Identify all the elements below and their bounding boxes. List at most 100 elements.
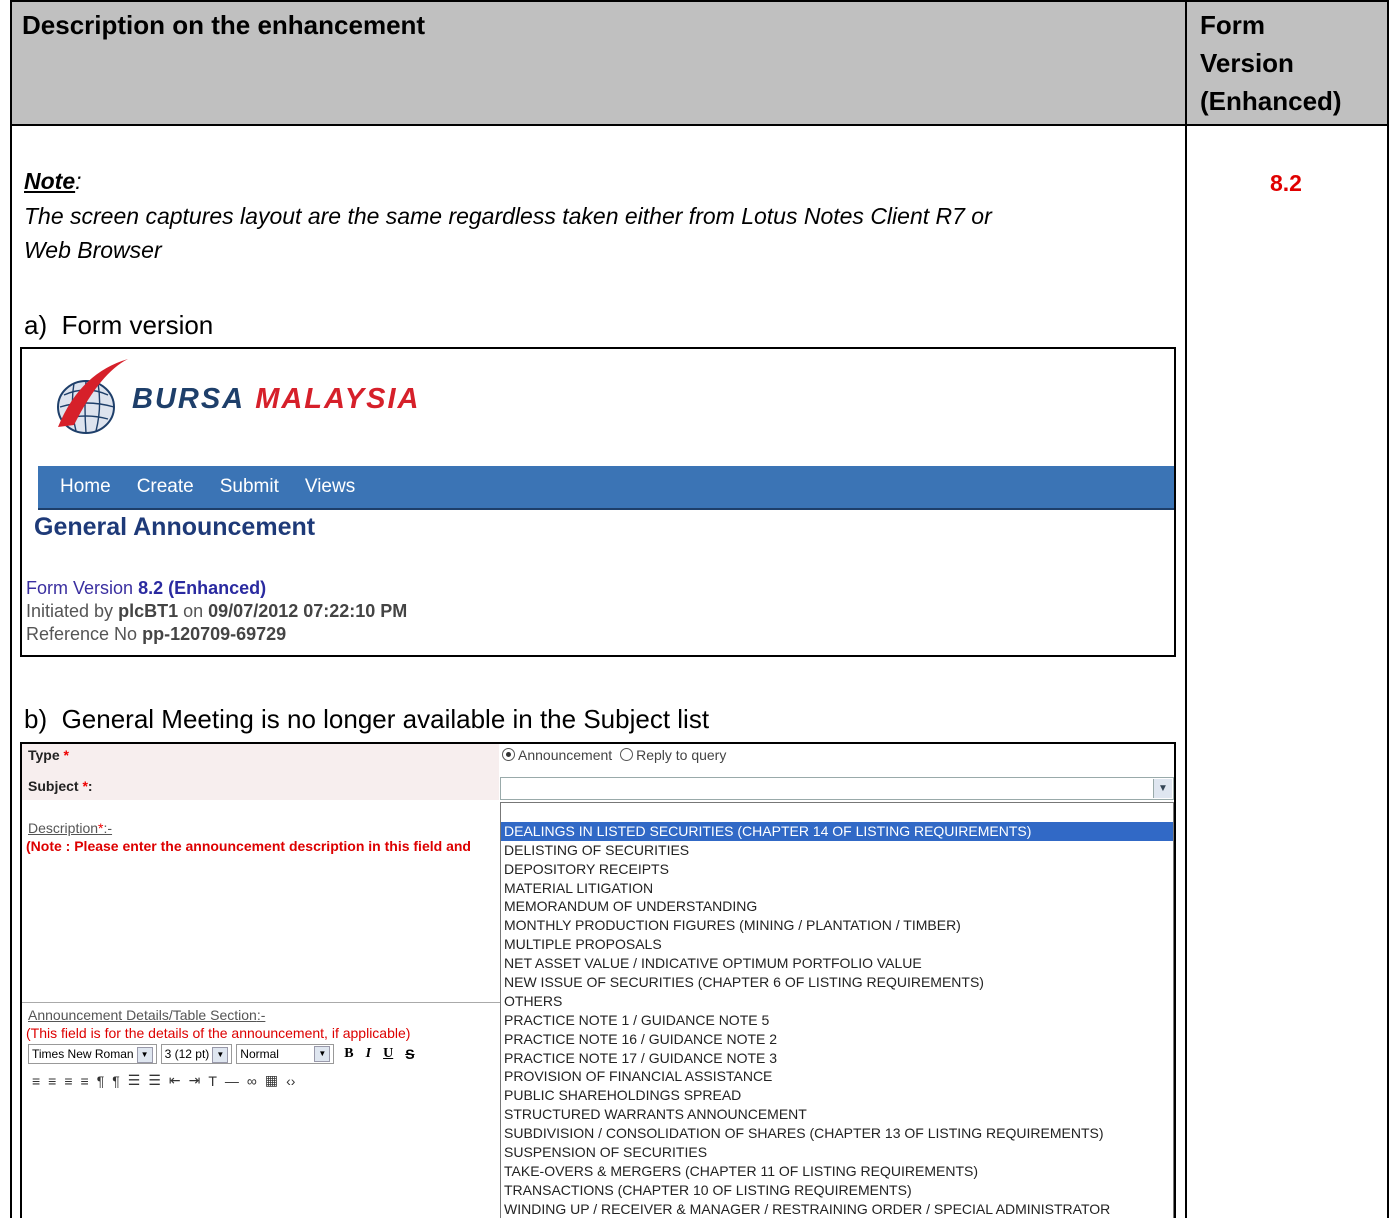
section-b-title: b) General Meeting is no longer availabl… bbox=[24, 704, 710, 734]
dropdown-option[interactable]: SUSPENSION OF SECURITIES bbox=[501, 1143, 1173, 1162]
subject-label: Subject *: bbox=[28, 778, 93, 794]
details-suffix: :- bbox=[256, 1007, 266, 1023]
paragraph-style-select[interactable]: Normal ▼ bbox=[236, 1044, 335, 1064]
subject-dropdown-list: DEALINGS IN LISTED SECURITIES (CHAPTER 1… bbox=[500, 802, 1174, 1218]
logo-word-malaysia: MALAYSIA bbox=[255, 383, 421, 415]
dropdown-option[interactable]: PRACTICE NOTE 1 / GUIDANCE NOTE 5 bbox=[501, 1011, 1173, 1030]
chevron-down-icon[interactable]: ▼ bbox=[1153, 779, 1172, 798]
dropdown-option[interactable]: WINDING UP / RECEIVER & MANAGER / RESTRA… bbox=[501, 1200, 1173, 1218]
font-family-select[interactable]: Times New Roman ▼ bbox=[28, 1044, 157, 1064]
type-label: Type * bbox=[28, 747, 69, 763]
description-label: Description*:- bbox=[28, 820, 112, 836]
source-code-icon[interactable]: ‹› bbox=[286, 1073, 295, 1089]
dropdown-option[interactable]: STRUCTURED WARRANTS ANNOUNCEMENT bbox=[501, 1105, 1173, 1124]
dropdown-option[interactable]: NET ASSET VALUE / INDICATIVE OPTIMUM POR… bbox=[501, 954, 1173, 973]
unordered-list-icon[interactable]: ☰ bbox=[148, 1072, 161, 1089]
ltr-icon[interactable]: ¶ bbox=[97, 1073, 105, 1089]
dropdown-option[interactable]: DEPOSITORY RECEIPTS bbox=[501, 860, 1173, 879]
logo-word-bursa: BURSA bbox=[132, 383, 246, 415]
nav-create[interactable]: Create bbox=[137, 476, 194, 497]
dropdown-option[interactable]: DEALINGS IN LISTED SECURITIES (CHAPTER 1… bbox=[501, 821, 1173, 841]
text-color-icon[interactable]: T bbox=[208, 1073, 217, 1089]
font-family-value: Times New Roman bbox=[32, 1047, 134, 1061]
chevron-down-icon: ▼ bbox=[136, 1046, 153, 1063]
dropdown-option[interactable]: TRANSACTIONS (CHAPTER 10 OF LISTING REQU… bbox=[501, 1181, 1173, 1200]
details-note: (This field is for the details of the an… bbox=[26, 1025, 411, 1041]
form-version-label: Form Version bbox=[26, 578, 134, 598]
link-icon[interactable]: ∞ bbox=[247, 1073, 257, 1089]
dropdown-option[interactable]: TAKE-OVERS & MERGERS (CHAPTER 11 OF LIST… bbox=[501, 1162, 1173, 1181]
type-subject-row-bg bbox=[22, 744, 499, 800]
column-header-line: (Enhanced) bbox=[1200, 86, 1342, 116]
underline-button[interactable]: U bbox=[383, 1046, 393, 1062]
column-header-line: Form bbox=[1200, 10, 1265, 40]
description-note: (Note : Please enter the announcement de… bbox=[26, 838, 471, 854]
dropdown-option[interactable]: MULTIPLE PROPOSALS bbox=[501, 935, 1173, 954]
align-center-icon[interactable]: ≡ bbox=[48, 1073, 56, 1089]
reference-value: pp-120709-69729 bbox=[142, 624, 287, 644]
chevron-down-icon: ▼ bbox=[314, 1046, 331, 1062]
radio-reply-to-query[interactable] bbox=[620, 748, 634, 761]
dropdown-option[interactable]: NEW ISSUE OF SECURITIES (CHAPTER 6 OF LI… bbox=[501, 973, 1173, 992]
note-text-line2: Web Browser bbox=[24, 237, 162, 263]
dropdown-option[interactable]: MATERIAL LITIGATION bbox=[501, 879, 1173, 898]
justify-icon[interactable]: ≡ bbox=[81, 1073, 89, 1089]
bursa-logo-text: BURSA MALAYSIA bbox=[132, 383, 420, 416]
form-version-line: Form Version 8.2 (Enhanced) bbox=[26, 578, 266, 599]
subject-select[interactable]: ▼ bbox=[500, 777, 1174, 800]
required-mark: * bbox=[63, 747, 69, 763]
nav-home[interactable]: Home bbox=[60, 476, 111, 497]
nav-submit[interactable]: Submit bbox=[220, 476, 279, 497]
dropdown-option[interactable]: PRACTICE NOTE 17 / GUIDANCE NOTE 3 bbox=[501, 1049, 1173, 1068]
note-heading: Note: bbox=[24, 164, 82, 198]
indent-icon[interactable]: ⇥ bbox=[189, 1072, 201, 1089]
dropdown-option[interactable]: MEMORANDUM OF UNDERSTANDING bbox=[501, 897, 1173, 916]
italic-button[interactable]: I bbox=[366, 1046, 371, 1062]
bursa-globe-icon bbox=[57, 359, 128, 434]
dropdown-option[interactable]: MONTHLY PRODUCTION FIGURES (MINING / PLA… bbox=[501, 916, 1173, 935]
details-label-text: Announcement Details/Table Section bbox=[28, 1007, 257, 1023]
table-header-divider bbox=[10, 124, 1389, 126]
nav-views[interactable]: Views bbox=[305, 476, 355, 497]
dropdown-option[interactable]: DELISTING OF SECURITIES bbox=[501, 841, 1173, 860]
editor-toolbar-row1: Times New Roman ▼ 3 (12 pt) ▼ Normal ▼ B I U S bbox=[28, 1044, 421, 1064]
version-value: 8.2 bbox=[1270, 170, 1302, 196]
dropdown-option[interactable]: PUBLIC SHAREHOLDINGS SPREAD bbox=[501, 1086, 1173, 1105]
table-column-divider bbox=[1185, 0, 1187, 1218]
chevron-down-icon: ▼ bbox=[212, 1046, 229, 1063]
radio-reply-label: Reply to query bbox=[636, 747, 727, 763]
dropdown-blank-option[interactable] bbox=[501, 803, 1173, 822]
align-left-icon[interactable]: ≡ bbox=[32, 1073, 40, 1089]
reference-label: Reference No bbox=[26, 624, 138, 644]
align-right-icon[interactable]: ≡ bbox=[64, 1073, 72, 1089]
type-label-text: Type bbox=[28, 747, 60, 763]
subject-colon: : bbox=[87, 778, 93, 794]
radio-announcement-label: Announcement bbox=[518, 747, 613, 763]
description-editor[interactable] bbox=[22, 856, 500, 1002]
outdent-icon[interactable]: ⇤ bbox=[169, 1072, 181, 1089]
rtl-icon[interactable]: ¶ bbox=[112, 1073, 120, 1089]
font-size-select[interactable]: 3 (12 pt) ▼ bbox=[160, 1044, 233, 1064]
strikethrough-button[interactable]: S bbox=[405, 1046, 414, 1062]
section-a-title: a) Form version bbox=[24, 310, 214, 340]
column-header-description: Description on the enhancement bbox=[22, 10, 426, 40]
note-label: Note bbox=[24, 168, 76, 194]
form-version-value: 8.2 (Enhanced) bbox=[138, 578, 267, 598]
dropdown-option[interactable]: OTHERS bbox=[501, 992, 1173, 1011]
dropdown-option[interactable]: SUBDIVISION / CONSOLIDATION OF SHARES (C… bbox=[501, 1124, 1173, 1143]
nav-bar: Home Create Submit Views bbox=[38, 466, 1174, 510]
details-editor[interactable] bbox=[22, 1096, 500, 1218]
dropdown-option[interactable]: PROVISION OF FINANCIAL ASSISTANCE bbox=[501, 1067, 1173, 1086]
paragraph-style-value: Normal bbox=[240, 1047, 279, 1061]
horizontal-rule-icon[interactable]: — bbox=[225, 1073, 239, 1089]
table-icon[interactable]: ▦ bbox=[265, 1072, 278, 1089]
reference-line: Reference No pp-120709-69729 bbox=[26, 624, 286, 645]
radio-announcement[interactable] bbox=[502, 748, 515, 761]
divider bbox=[22, 1002, 500, 1003]
ordered-list-icon[interactable]: ☰ bbox=[128, 1072, 141, 1089]
initiated-by-label: Initiated by bbox=[26, 601, 114, 621]
bold-button[interactable]: B bbox=[344, 1046, 353, 1062]
dropdown-option[interactable]: PRACTICE NOTE 16 / GUIDANCE NOTE 2 bbox=[501, 1030, 1173, 1049]
initiated-by-user: plcBT1 bbox=[118, 601, 179, 621]
description-suffix: :- bbox=[103, 820, 113, 836]
